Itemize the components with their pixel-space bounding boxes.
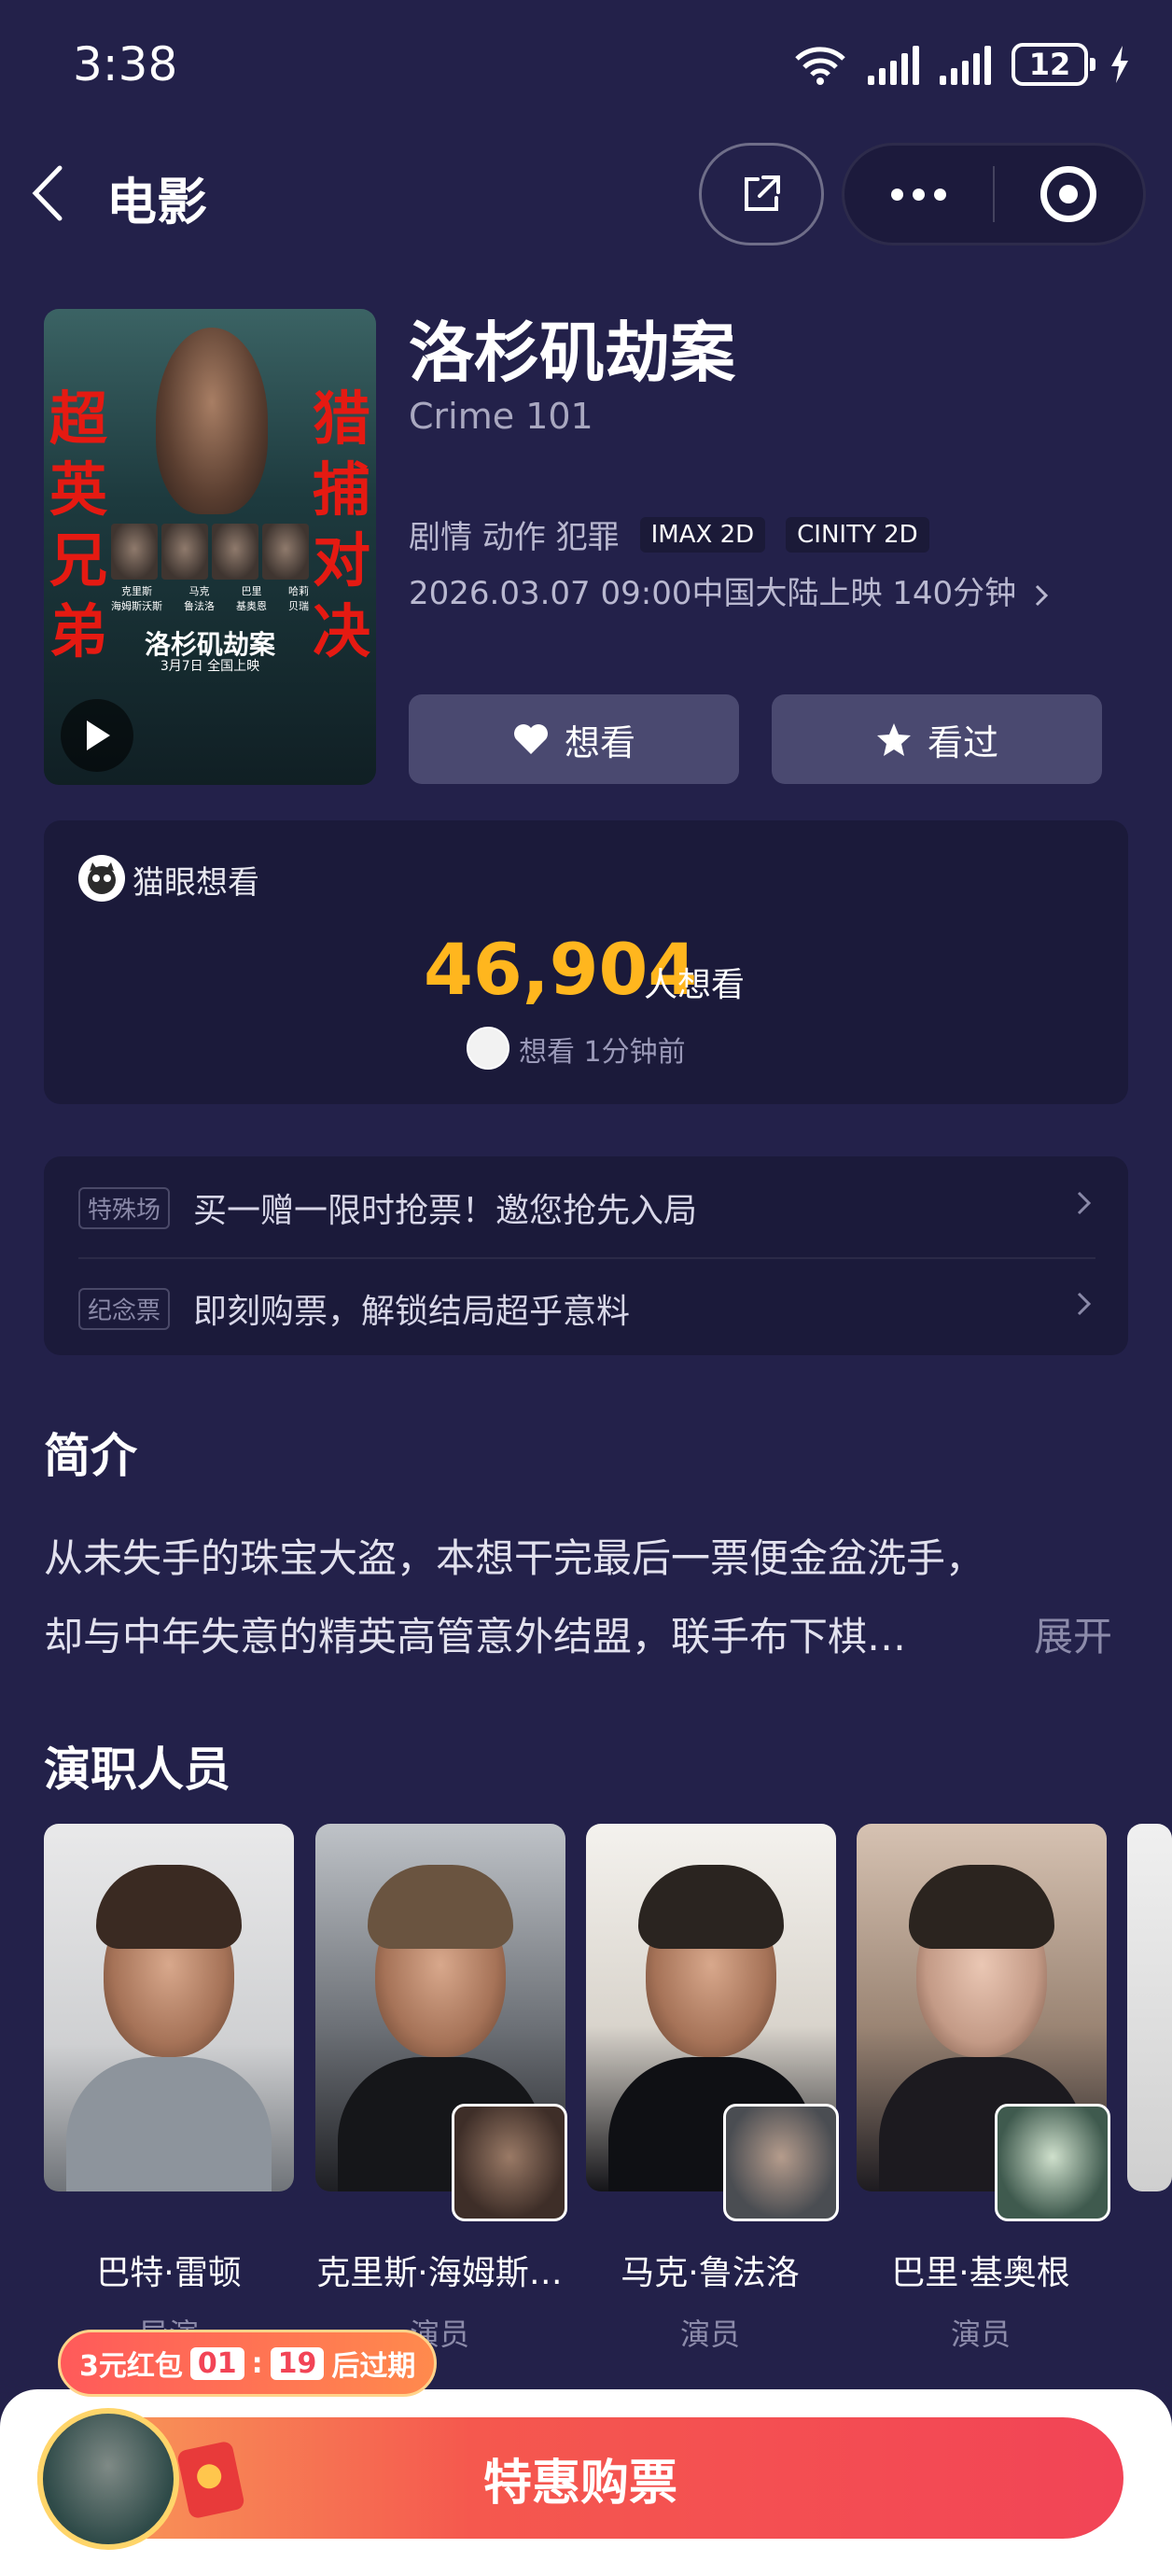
battery-icon: 12 bbox=[1012, 43, 1095, 86]
poster-cast-name: 哈莉 贝瑞 bbox=[288, 585, 309, 612]
actor-avatar bbox=[37, 2408, 179, 2550]
buy-label: 特惠购票 bbox=[482, 2455, 677, 2512]
signal-icon-2 bbox=[940, 44, 991, 85]
countdown-minutes: 01 bbox=[189, 2346, 244, 2380]
poster-cast-name: 马克 鲁法洛 bbox=[184, 585, 215, 612]
share-button[interactable] bbox=[699, 143, 824, 245]
poster-cast-name: 巴里 基奥恩 bbox=[236, 585, 267, 612]
coupon-countdown-badge[interactable]: 3元红包 01 : 19 后过期 bbox=[58, 2330, 438, 2397]
promo-tag: 纪念票 bbox=[78, 1288, 171, 1330]
poster-cast-name: 克里斯 海姆斯沃斯 bbox=[111, 585, 162, 612]
cast-name: 巴特·雷顿 bbox=[96, 2254, 242, 2292]
want-unit: 人想看 bbox=[644, 966, 746, 1004]
movie-english-title: Crime 101 bbox=[409, 396, 593, 437]
seen-button[interactable]: 看过 bbox=[772, 694, 1102, 784]
want-activity: 想看 1分钟前 bbox=[519, 1036, 686, 1069]
movie-release: 2026.03.07 09:00中国大陆上映 140分钟 bbox=[409, 575, 1017, 612]
format-badge-cinity: CINITY 2D bbox=[786, 516, 929, 553]
role-thumbnail bbox=[995, 2104, 1110, 2221]
heart-icon bbox=[513, 724, 548, 754]
poster-date: 3月7日 全国上映 bbox=[160, 659, 260, 674]
cast-role: 演员 bbox=[950, 2317, 1011, 2352]
status-icons: 12 bbox=[793, 43, 1131, 86]
maoyan-cat-icon bbox=[78, 855, 125, 902]
movie-poster[interactable]: 超英兄弟 猎捕对决 克里斯 海姆斯沃斯 马克 鲁法洛 巴里 基奥恩 哈莉 贝瑞 … bbox=[44, 309, 376, 785]
share-icon bbox=[745, 175, 780, 211]
cast-name: 克里斯·海姆斯… bbox=[316, 2254, 563, 2292]
signal-icon-1 bbox=[868, 44, 919, 85]
movie-genres: 剧情 动作 犯罪 bbox=[409, 519, 620, 556]
seen-label: 看过 bbox=[927, 721, 998, 763]
promo-divider bbox=[78, 1257, 1095, 1259]
countdown-seconds: 19 bbox=[270, 2346, 325, 2380]
coupon-prefix: 3元红包 bbox=[79, 2350, 183, 2383]
synopsis-line-1: 从未失手的珠宝大盗，本想干完最后一票便金盆洗手， bbox=[44, 1535, 985, 1581]
maoyan-want-label: 猫眼想看 bbox=[133, 864, 259, 902]
more-button[interactable] bbox=[844, 146, 993, 243]
cast-name: 巴里·基奥根 bbox=[891, 2254, 1070, 2292]
user-avatar bbox=[467, 1027, 509, 1070]
format-badge-imax: IMAX 2D bbox=[639, 516, 766, 553]
target-icon bbox=[1040, 166, 1097, 222]
star-icon bbox=[876, 723, 911, 756]
poster-hero-face bbox=[156, 328, 268, 514]
back-button[interactable] bbox=[26, 164, 73, 222]
chevron-right-icon bbox=[1077, 1292, 1092, 1316]
synopsis-line-2: 却与中年失意的精英高管意外结盟，联手布下棋… bbox=[44, 1614, 907, 1659]
movie-release-link[interactable]: 2026.03.07 09:00中国大陆上映 140分钟 bbox=[409, 567, 1051, 613]
more-dots-icon bbox=[891, 188, 946, 201]
synopsis-heading: 简介 bbox=[44, 1429, 137, 1483]
want-label: 想看 bbox=[564, 721, 635, 763]
role-thumbnail bbox=[723, 2104, 839, 2221]
play-trailer-button[interactable] bbox=[61, 699, 133, 772]
play-icon bbox=[87, 721, 110, 750]
cast-photo[interactable] bbox=[1127, 1824, 1172, 2191]
movie-genres-row: 剧情 动作 犯罪 IMAX 2D CINITY 2D bbox=[409, 511, 929, 557]
mini-program-capsule bbox=[842, 143, 1146, 245]
chevron-left-icon bbox=[32, 165, 63, 221]
cast-heading: 演职人员 bbox=[44, 1743, 230, 1797]
coupon-suffix: 后过期 bbox=[331, 2350, 416, 2383]
close-mini-program-button[interactable] bbox=[995, 146, 1143, 243]
expand-synopsis-button[interactable]: 展开 bbox=[1034, 1605, 1112, 1662]
want-button[interactable]: 想看 bbox=[409, 694, 739, 784]
charging-icon bbox=[1111, 46, 1128, 83]
status-time: 3:38 bbox=[73, 37, 178, 91]
promo-tag: 特殊场 bbox=[78, 1187, 171, 1229]
cast-photo[interactable] bbox=[44, 1824, 294, 2191]
role-thumbnail bbox=[452, 2104, 567, 2221]
cast-name: 马克·鲁法洛 bbox=[621, 2254, 800, 2292]
poster-cast-names: 克里斯 海姆斯沃斯 马克 鲁法洛 巴里 基奥恩 哈莉 贝瑞 bbox=[111, 583, 309, 613]
movie-title: 洛杉矶劫案 bbox=[409, 315, 735, 391]
chevron-right-icon bbox=[1077, 1191, 1092, 1215]
nav-title: 电影 bbox=[106, 173, 207, 231]
poster-cast-faces bbox=[111, 524, 309, 580]
cast-role: 演员 bbox=[679, 2317, 740, 2352]
countdown-colon: : bbox=[251, 2346, 263, 2380]
promo-item-2[interactable]: 即刻购票，解锁结局超乎意料 bbox=[193, 1284, 630, 1333]
wifi-icon bbox=[795, 47, 845, 85]
chevron-right-icon bbox=[1035, 584, 1049, 606]
promo-item-1[interactable]: 买一赠一限时抢票！邀您抢先入局 bbox=[193, 1183, 697, 1232]
